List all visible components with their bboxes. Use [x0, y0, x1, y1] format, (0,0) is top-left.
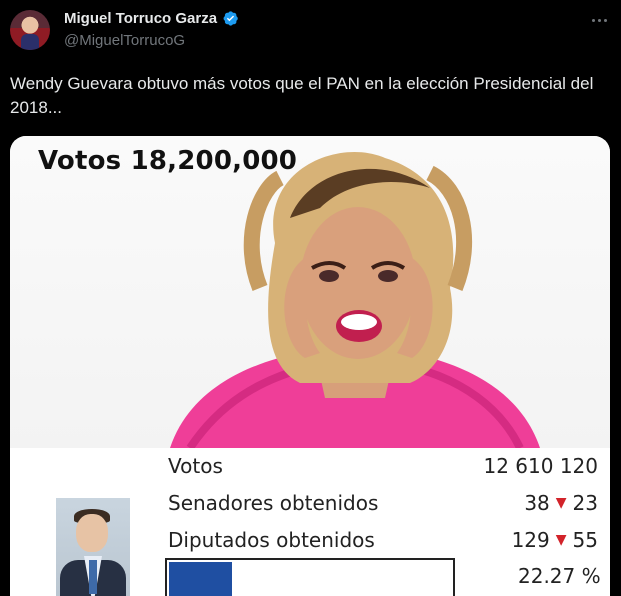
vote-share-progress-fill [169, 562, 232, 596]
result-value: 12 610 120 [483, 454, 598, 478]
result-change: 23 [572, 491, 598, 515]
author-handle[interactable]: @MiguelTorrucoG [64, 32, 185, 49]
avatar[interactable] [10, 10, 50, 50]
result-row-deputies: Diputados obtenidos 129 ▼ 55 [168, 525, 598, 555]
down-arrow-icon: ▼ [555, 532, 567, 548]
tweet-text: Wendy Guevara obtuvo más votos que el PA… [10, 74, 594, 117]
result-value: 129 [511, 528, 550, 552]
politician-portrait-image [56, 498, 130, 596]
down-arrow-icon: ▼ [555, 495, 567, 511]
woman-portrait-image [170, 151, 540, 448]
result-label: Diputados obtenidos [168, 528, 375, 552]
result-label: Senadores obtenidos [168, 491, 379, 515]
result-value: 38 [524, 491, 550, 515]
author-name[interactable]: Miguel Torruco Garza [64, 10, 217, 27]
tweet-media-image[interactable]: Votos 18,200,000 Votos 12 610 120 Senado… [10, 136, 610, 596]
vote-share-progress-bar [165, 558, 455, 596]
author-line: Miguel Torruco Garza [64, 10, 239, 27]
result-row-votes: Votos 12 610 120 [168, 451, 598, 481]
tweet-header: Miguel Torruco Garza @MiguelTorrucoG [0, 0, 621, 64]
result-change: 55 [572, 528, 598, 552]
more-options-icon[interactable] [585, 8, 613, 32]
media-top-section: Votos 18,200,000 [10, 136, 610, 448]
result-label: Votos [168, 454, 223, 478]
verified-badge-icon [223, 11, 238, 26]
result-row-senators: Senadores obtenidos 38 ▼ 23 [168, 488, 598, 518]
vote-share-percent: 22.27 % [518, 564, 601, 588]
